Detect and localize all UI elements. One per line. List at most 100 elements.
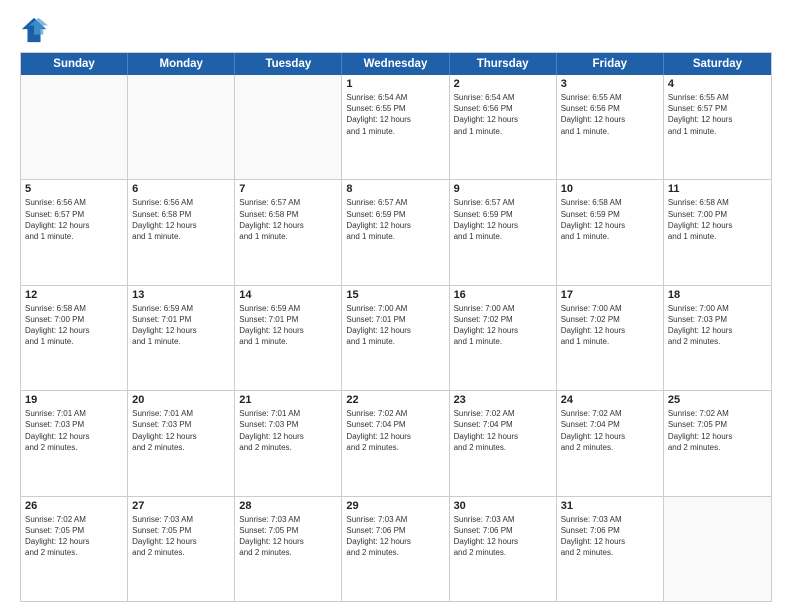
calendar-cell: 12 Sunrise: 6:58 AM Sunset: 7:00 PM Dayli… [21,286,128,390]
calendar-week-row: 19 Sunrise: 7:01 AM Sunset: 7:03 PM Dayli… [21,391,771,496]
calendar-cell [235,75,342,179]
day-info: Sunrise: 7:02 AM Sunset: 7:05 PM Dayligh… [25,514,123,559]
day-info: Sunrise: 6:55 AM Sunset: 6:57 PM Dayligh… [668,92,767,137]
day-info: Sunrise: 7:00 AM Sunset: 7:03 PM Dayligh… [668,303,767,348]
day-number: 13 [132,289,230,301]
calendar-header-cell: Monday [128,53,235,75]
day-number: 11 [668,183,767,195]
calendar-cell: 29 Sunrise: 7:03 AM Sunset: 7:06 PM Dayli… [342,497,449,601]
calendar-header-cell: Wednesday [342,53,449,75]
calendar-cell: 27Sunrise: 7:03 AM Sunset: 7:05 PM Dayli… [128,497,235,601]
day-info: Sunrise: 6:58 AM Sunset: 6:59 PM Dayligh… [561,197,659,242]
calendar-cell: 16 Sunrise: 7:00 AM Sunset: 7:02 PM Dayli… [450,286,557,390]
calendar-header-cell: Sunday [21,53,128,75]
day-info: Sunrise: 7:00 AM Sunset: 7:01 PM Dayligh… [346,303,444,348]
calendar-cell: 10 Sunrise: 6:58 AM Sunset: 6:59 PM Dayli… [557,180,664,284]
calendar-cell: 1 Sunrise: 6:54 AM Sunset: 6:55 PM Daylig… [342,75,449,179]
calendar-cell: 28 Sunrise: 7:03 AM Sunset: 7:05 PM Dayli… [235,497,342,601]
calendar-cell: 13 Sunrise: 6:59 AM Sunset: 7:01 PM Dayli… [128,286,235,390]
calendar-cell [664,497,771,601]
day-info: Sunrise: 7:03 AM Sunset: 7:06 PM Dayligh… [561,514,659,559]
calendar: SundayMondayTuesdayWednesdayThursdayFrid… [20,52,772,602]
calendar-week-row: 26 Sunrise: 7:02 AM Sunset: 7:05 PM Dayli… [21,497,771,601]
day-info: Sunrise: 6:59 AM Sunset: 7:01 PM Dayligh… [132,303,230,348]
calendar-cell: 17 Sunrise: 7:00 AM Sunset: 7:02 PM Dayli… [557,286,664,390]
day-number: 31 [561,500,659,512]
calendar-cell: 21Sunrise: 7:01 AM Sunset: 7:03 PM Dayli… [235,391,342,495]
calendar-cell: 2 Sunrise: 6:54 AM Sunset: 6:56 PM Daylig… [450,75,557,179]
day-info: Sunrise: 6:54 AM Sunset: 6:56 PM Dayligh… [454,92,552,137]
day-number: 1 [346,78,444,90]
day-info: Sunrise: 6:58 AM Sunset: 7:00 PM Dayligh… [25,303,123,348]
calendar-cell: 11 Sunrise: 6:58 AM Sunset: 7:00 PM Dayli… [664,180,771,284]
day-number: 24 [561,394,659,406]
day-info: Sunrise: 7:01 AM Sunset: 7:03 PM Dayligh… [239,408,337,453]
day-number: 19 [25,394,123,406]
day-info: Sunrise: 6:58 AM Sunset: 7:00 PM Dayligh… [668,197,767,242]
calendar-header-cell: Thursday [450,53,557,75]
calendar-cell: 23 Sunrise: 7:02 AM Sunset: 7:04 PM Dayli… [450,391,557,495]
logo-icon [20,16,48,44]
calendar-header-cell: Saturday [664,53,771,75]
calendar-cell [128,75,235,179]
day-info: Sunrise: 7:03 AM Sunset: 7:06 PM Dayligh… [346,514,444,559]
day-number: 14 [239,289,337,301]
day-info: Sunrise: 6:57 AM Sunset: 6:58 PM Dayligh… [239,197,337,242]
day-number: 23 [454,394,552,406]
day-info: Sunrise: 7:03 AM Sunset: 7:05 PM Dayligh… [239,514,337,559]
calendar-cell: 4 Sunrise: 6:55 AM Sunset: 6:57 PM Daylig… [664,75,771,179]
header [20,16,772,44]
day-info: Sunrise: 7:02 AM Sunset: 7:04 PM Dayligh… [346,408,444,453]
day-number: 3 [561,78,659,90]
day-number: 22 [346,394,444,406]
day-number: 16 [454,289,552,301]
day-info: Sunrise: 6:57 AM Sunset: 6:59 PM Dayligh… [346,197,444,242]
day-number: 8 [346,183,444,195]
calendar-cell: 5Sunrise: 6:56 AM Sunset: 6:57 PM Daylig… [21,180,128,284]
day-number: 29 [346,500,444,512]
day-number: 25 [668,394,767,406]
calendar-cell: 8 Sunrise: 6:57 AM Sunset: 6:59 PM Daylig… [342,180,449,284]
calendar-cell: 6Sunrise: 6:56 AM Sunset: 6:58 PM Daylig… [128,180,235,284]
calendar-cell: 26 Sunrise: 7:02 AM Sunset: 7:05 PM Dayli… [21,497,128,601]
calendar-header-cell: Friday [557,53,664,75]
calendar-cell: 25Sunrise: 7:02 AM Sunset: 7:05 PM Dayli… [664,391,771,495]
day-number: 30 [454,500,552,512]
day-number: 10 [561,183,659,195]
day-number: 9 [454,183,552,195]
calendar-cell: 31 Sunrise: 7:03 AM Sunset: 7:06 PM Dayli… [557,497,664,601]
day-info: Sunrise: 6:54 AM Sunset: 6:55 PM Dayligh… [346,92,444,137]
day-info: Sunrise: 6:55 AM Sunset: 6:56 PM Dayligh… [561,92,659,137]
calendar-cell [21,75,128,179]
calendar-cell: 19Sunrise: 7:01 AM Sunset: 7:03 PM Dayli… [21,391,128,495]
day-info: Sunrise: 7:02 AM Sunset: 7:04 PM Dayligh… [454,408,552,453]
day-info: Sunrise: 7:03 AM Sunset: 7:06 PM Dayligh… [454,514,552,559]
page: SundayMondayTuesdayWednesdayThursdayFrid… [0,0,792,612]
day-number: 7 [239,183,337,195]
calendar-cell: 15Sunrise: 7:00 AM Sunset: 7:01 PM Dayli… [342,286,449,390]
calendar-cell: 18 Sunrise: 7:00 AM Sunset: 7:03 PM Dayli… [664,286,771,390]
day-number: 4 [668,78,767,90]
day-info: Sunrise: 7:00 AM Sunset: 7:02 PM Dayligh… [454,303,552,348]
day-number: 28 [239,500,337,512]
day-number: 20 [132,394,230,406]
day-info: Sunrise: 6:59 AM Sunset: 7:01 PM Dayligh… [239,303,337,348]
calendar-cell: 22 Sunrise: 7:02 AM Sunset: 7:04 PM Dayli… [342,391,449,495]
day-info: Sunrise: 6:57 AM Sunset: 6:59 PM Dayligh… [454,197,552,242]
day-number: 18 [668,289,767,301]
day-info: Sunrise: 6:56 AM Sunset: 6:58 PM Dayligh… [132,197,230,242]
calendar-cell: 7 Sunrise: 6:57 AM Sunset: 6:58 PM Daylig… [235,180,342,284]
day-number: 17 [561,289,659,301]
calendar-cell: 20Sunrise: 7:01 AM Sunset: 7:03 PM Dayli… [128,391,235,495]
calendar-header-row: SundayMondayTuesdayWednesdayThursdayFrid… [21,53,771,75]
day-number: 12 [25,289,123,301]
day-info: Sunrise: 7:02 AM Sunset: 7:04 PM Dayligh… [561,408,659,453]
day-number: 2 [454,78,552,90]
day-number: 5 [25,183,123,195]
logo [20,16,54,44]
calendar-cell: 3 Sunrise: 6:55 AM Sunset: 6:56 PM Daylig… [557,75,664,179]
day-info: Sunrise: 7:03 AM Sunset: 7:05 PM Dayligh… [132,514,230,559]
day-info: Sunrise: 7:00 AM Sunset: 7:02 PM Dayligh… [561,303,659,348]
calendar-week-row: 5Sunrise: 6:56 AM Sunset: 6:57 PM Daylig… [21,180,771,285]
day-number: 26 [25,500,123,512]
